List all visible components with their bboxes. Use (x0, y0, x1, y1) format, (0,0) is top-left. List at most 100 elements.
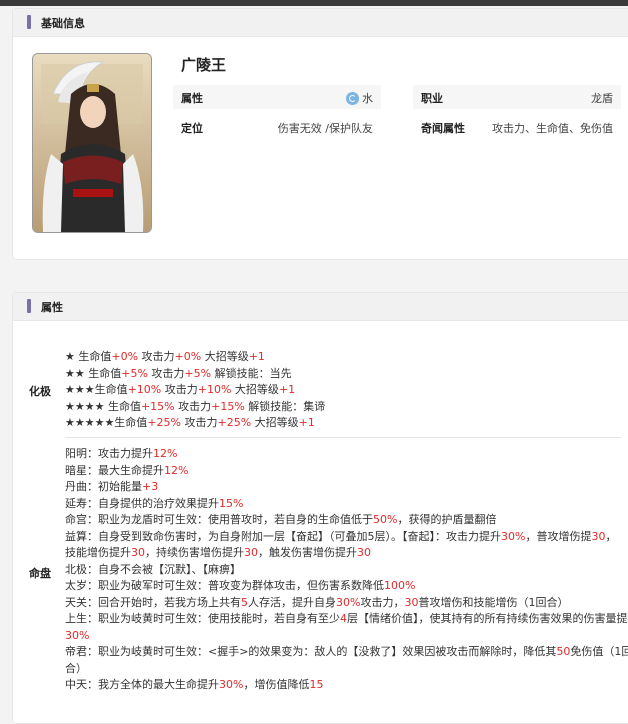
huaji-line: ★★ 生命值+5% 攻击力+5% 解锁技能：当先 (65, 366, 627, 383)
attribute-card: 属性 化极 ★ 生命值+0% 攻击力+0% 大招等级+1 ★★ 生命值+5% 攻击… (12, 292, 628, 724)
value-highlight: +0% (174, 350, 202, 363)
hero-portrait (32, 53, 152, 233)
attr-key: 奇闻属性 (421, 122, 465, 135)
top-bar (0, 0, 628, 6)
mingpan-line: 延寿：自身提供的治疗效果提升15% (65, 496, 627, 513)
mingpan-line: 合） (65, 661, 627, 678)
line-text: 丹曲：初始能量 (65, 480, 142, 493)
mingpan-line: 30% (65, 628, 627, 645)
value-highlight: +10% (197, 383, 232, 396)
value-highlight: +15% (211, 399, 245, 413)
value-highlight: 30 (244, 546, 258, 559)
value-highlight: +25% (147, 416, 181, 429)
basic-info-title: 基础信息 (41, 17, 85, 30)
basic-info-card: 基础信息 广陵王 属性 水 职业 龙盾 定位 伤害无效 /保护队友 奇闻属性 攻… (12, 8, 628, 260)
huaji-line: ★★★生命值+10% 攻击力+10% 大招等级+1 (65, 382, 627, 399)
value-highlight: 30% (219, 678, 244, 691)
line-text: 攻击力 (180, 416, 218, 429)
mingpan-line: 暗星：最大生命提升12% (65, 463, 627, 480)
line-text: 暗星：最大生命提升 (65, 463, 164, 477)
line-text: 大招等级 (201, 350, 249, 363)
mingpan-line: 命宫：职业为龙盾时可生效：使用普攻时，若自身的生命值低于50%，获得的护盾量翻倍 (65, 512, 627, 529)
water-icon (346, 92, 359, 105)
mingpan-line: 太岁：职业为破军时可生效：普攻变为群体攻击，但伤害系数降低100% (65, 578, 627, 595)
line-text: ，触发伤害增伤提升 (258, 546, 357, 559)
value-highlight: 100% (384, 579, 416, 592)
value-highlight: 50 (556, 645, 571, 658)
attr-key: 属性 (181, 92, 203, 105)
mingpan-label: 命盘 (29, 567, 51, 580)
line-text: 攻击力 (147, 366, 185, 380)
line-text: 攻击力 (161, 383, 198, 396)
section-marker (27, 15, 31, 29)
value-highlight: 30 (404, 595, 419, 609)
value-highlight: 12% (153, 447, 178, 460)
attribute-header: 属性 (13, 293, 628, 321)
attribute-title: 属性 (41, 301, 63, 314)
divider (65, 437, 621, 438)
mingpan-line: 帝君：职业为岐黄时可生效：<握手>的效果变为：敌人的【没救了】效果因被攻击而解除… (65, 644, 628, 661)
line-text: ，增伤值降低 (243, 678, 310, 691)
mingpan-line: 丹曲：初始能量+3 (65, 479, 627, 496)
value-highlight: 30% (336, 595, 361, 609)
attr-value: 水 (346, 90, 373, 106)
line-text: 攻击力 (138, 350, 175, 363)
mingpan-line: 上生：职业为岐黄时可生效：使用技能时，若自身有至少4层【情绪价值】，使其持有的所… (65, 611, 628, 628)
attr-value: 攻击力、生命值、免伤值 (492, 122, 613, 135)
line-text: ，持续伤害增伤提升 (145, 546, 244, 559)
value-highlight: 15 (309, 678, 324, 691)
line-text: 益算：自身受到致命伤害时，为自身附加一层【奋起】（可叠加5层）。【奋起】：攻击力… (65, 529, 501, 543)
attr-row-class: 职业 龙盾 (413, 85, 621, 109)
line-text: 普攻增伤和技能增伤（1回合） (418, 595, 569, 609)
value-highlight: +1 (278, 383, 296, 396)
mingpan-line: 北极：自身不会被【沉默】、【麻痹】 (65, 562, 627, 579)
value-highlight: 12% (164, 463, 189, 477)
line-text: 解锁技能：当先 (211, 366, 292, 380)
value-highlight: 30% (65, 628, 90, 642)
line-text: 帝君：职业为岐黄时可生效：<握手>的效果变为：敌人的【没救了】效果因被攻击而解除… (65, 645, 557, 658)
attr-value: 伤害无效 /保护队友 (277, 122, 373, 135)
line-text: 天关：回合开始时，若我方场上共有 (65, 595, 241, 609)
value-highlight: 4 (340, 612, 347, 625)
line-text: ， (605, 529, 617, 543)
line-text: 太岁：职业为破军时可生效：普攻变为群体攻击，但伤害系数降低 (65, 579, 384, 592)
huaji-list: ★ 生命值+0% 攻击力+0% 大招等级+1 ★★ 生命值+5% 攻击力+5% 解… (65, 349, 627, 432)
hero-name: 广陵王 (181, 56, 227, 74)
line-text: 命宫：职业为龙盾时可生效：使用普攻时，若自身的生命值低于 (65, 513, 373, 526)
attr-row-element: 属性 水 (173, 85, 381, 109)
value-highlight: +1 (298, 416, 315, 429)
mingpan-line: 益算：自身受到致命伤害时，为自身附加一层【奋起】（可叠加5层）。【奋起】：攻击力… (65, 529, 627, 546)
line-text: 攻击力 (174, 399, 212, 413)
line-text: 合） (65, 661, 87, 675)
line-text: 延寿：自身提供的治疗效果提升 (65, 496, 219, 510)
value-highlight: 15% (219, 496, 244, 510)
line-text: 人存活，提升自身 (248, 595, 336, 609)
value-highlight: +1 (248, 350, 265, 363)
value-highlight: +5% (184, 366, 212, 380)
value-highlight: 30 (357, 546, 371, 559)
section-marker (27, 299, 31, 313)
line-text: ★★★★ 生命值 (65, 399, 141, 413)
line-text: ★★★★★生命值 (65, 416, 148, 429)
value-highlight: +0% (111, 350, 139, 363)
value-highlight: +25% (217, 416, 252, 429)
value-highlight: 30 (591, 529, 606, 543)
line-text: ，获得的护盾量翻倍 (397, 513, 497, 526)
line-text: 层【情绪价值】，使其持有的所有持续伤害效果的伤害量提升 (347, 612, 628, 625)
mingpan-list: 阳明：攻击力提升12% 暗星：最大生命提升12% 丹曲：初始能量+3 延寿：自身提供的… (65, 446, 628, 694)
attr-key: 职业 (421, 92, 443, 105)
huaji-line: ★★★★★生命值+25% 攻击力+25% 大招等级+1 (65, 415, 627, 432)
huaji-line: ★ 生命值+0% 攻击力+0% 大招等级+1 (65, 349, 627, 366)
line-text: ★★ 生命值 (65, 366, 122, 380)
attr-key: 定位 (181, 122, 203, 135)
basic-info-header: 基础信息 (13, 9, 628, 37)
huaji-line: ★★★★ 生命值+15% 攻击力+15% 解锁技能：集谛 (65, 399, 627, 416)
line-text: ★★★生命值 (65, 383, 128, 396)
attr-row-qiwen: 奇闻属性 攻击力、生命值、免伤值 (413, 115, 621, 139)
value-highlight: 30 (131, 546, 145, 559)
line-text: 免伤值（1回 (570, 645, 628, 658)
mingpan-line: 中天：我方全体的最大生命提升30%，增伤值降低15 (65, 677, 627, 694)
value-highlight: 30% (501, 529, 526, 543)
mingpan-line: 技能增伤提升30，持续伤害增伤提升30，触发伤害增伤提升30 (65, 545, 627, 562)
line-text: 北极：自身不会被【沉默】、【麻痹】 (65, 562, 241, 576)
